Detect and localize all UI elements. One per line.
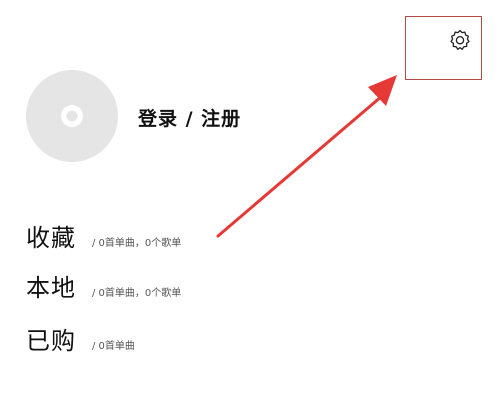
menu-item-favorites[interactable]: 收藏 / 0首单曲，0个歌单 [26, 218, 181, 252]
gear-icon[interactable] [448, 28, 472, 52]
menu-item-subtitle: / 0首单曲，0个歌单 [92, 288, 182, 299]
menu-item-subtitle: / 0首单曲 [92, 341, 135, 352]
settings-highlight-box [405, 16, 482, 80]
menu-item-purchased[interactable]: 已购 / 0首单曲 [26, 321, 135, 355]
menu-item-subtitle: / 0首单曲，0个歌单 [92, 238, 182, 249]
user-avatar-icon [61, 105, 83, 128]
login-register-link[interactable]: 登录 / 注册 [138, 104, 241, 131]
menu-item-local[interactable]: 本地 / 0首单曲，0个歌单 [26, 268, 181, 302]
menu-item-title: 本地 [26, 274, 76, 302]
menu-item-title: 收藏 [26, 224, 76, 252]
avatar[interactable] [26, 70, 118, 162]
menu-item-title: 已购 [26, 327, 76, 355]
